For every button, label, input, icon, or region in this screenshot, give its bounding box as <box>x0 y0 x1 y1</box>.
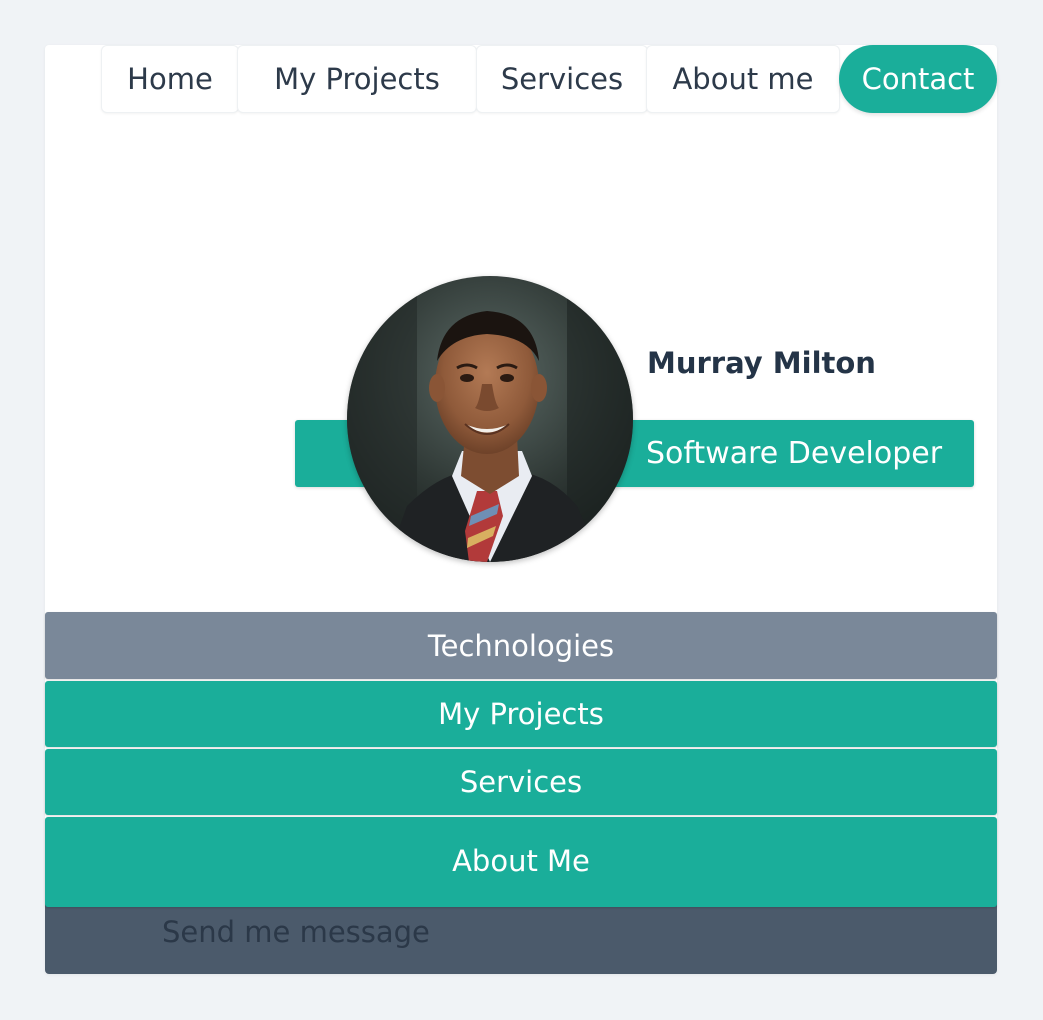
about-me-label: About Me <box>452 844 590 878</box>
services-label: Services <box>459 765 583 799</box>
avatar-photo-icon <box>347 276 633 562</box>
profile-role: Software Developer <box>646 436 943 471</box>
nav-home-label: Home <box>127 62 213 96</box>
profile-avatar <box>347 276 633 562</box>
nav-my-projects-label: My Projects <box>274 62 440 96</box>
my-projects-label: My Projects <box>438 697 604 731</box>
nav-contact[interactable]: Contact <box>839 45 997 113</box>
about-me-button[interactable]: About Me <box>45 817 997 907</box>
nav-about-me-label: About me <box>672 62 814 96</box>
nav-home[interactable]: Home <box>101 45 239 113</box>
send-message-label[interactable]: Send me message <box>162 907 430 957</box>
technologies-label: Technologies <box>427 628 615 663</box>
nav-services-label: Services <box>500 62 624 96</box>
my-projects-button[interactable]: My Projects <box>45 681 997 747</box>
nav-services[interactable]: Services <box>476 45 648 113</box>
technologies-button[interactable]: Technologies <box>45 612 997 679</box>
profile-name: Murray Milton <box>647 346 876 380</box>
nav-about-me[interactable]: About me <box>646 45 840 113</box>
services-button[interactable]: Services <box>45 749 997 815</box>
nav-contact-label: Contact <box>861 62 975 96</box>
nav-my-projects[interactable]: My Projects <box>237 45 477 113</box>
